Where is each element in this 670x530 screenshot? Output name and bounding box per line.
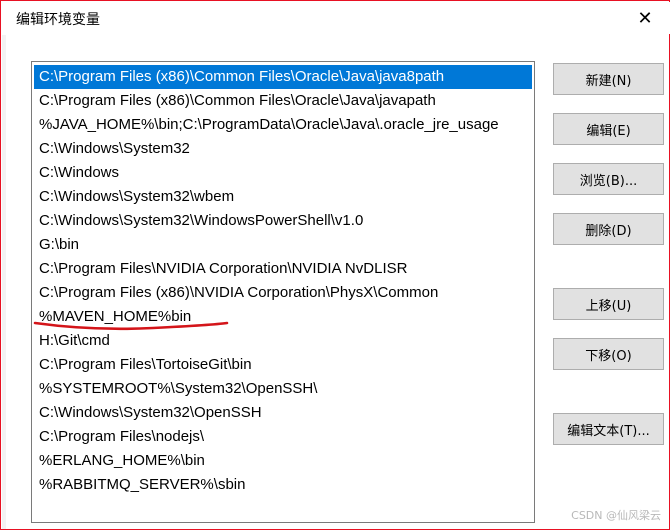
path-list-item[interactable]: %SYSTEMROOT%\System32\OpenSSH\ xyxy=(34,377,532,401)
move-down-button[interactable]: 下移(O) xyxy=(553,338,664,370)
path-list-item[interactable]: C:\Windows\System32\WindowsPowerShell\v1… xyxy=(34,209,532,233)
path-list-item[interactable]: C:\Windows\System32 xyxy=(34,137,532,161)
path-list-item[interactable]: C:\Program Files (x86)\Common Files\Orac… xyxy=(34,65,532,89)
edit-button[interactable]: 编辑(E) xyxy=(553,113,664,145)
close-button[interactable]: ✕ xyxy=(622,2,668,34)
path-list-item[interactable]: C:\Program Files (x86)\Common Files\Orac… xyxy=(34,89,532,113)
title-bar[interactable]: 编辑环境变量 ✕ xyxy=(2,2,670,34)
edit-text-button[interactable]: 编辑文本(T)... xyxy=(553,413,664,445)
new-button[interactable]: 新建(N) xyxy=(553,63,664,95)
delete-button[interactable]: 删除(D) xyxy=(553,213,664,245)
path-list-item[interactable]: %RABBITMQ_SERVER%\sbin xyxy=(34,473,532,497)
edit-env-var-dialog: 编辑环境变量 ✕ C:\Program Files (x86)\Common F… xyxy=(0,0,670,530)
watermark: CSDN @仙风梁云 xyxy=(571,509,661,522)
browse-button[interactable]: 浏览(B)... xyxy=(553,163,664,195)
path-list-item[interactable]: C:\Windows\System32\wbem xyxy=(34,185,532,209)
path-list-item[interactable]: G:\bin xyxy=(34,233,532,257)
dialog-title: 编辑环境变量 xyxy=(16,12,100,28)
path-list-item[interactable]: %ERLANG_HOME%\bin xyxy=(34,449,532,473)
path-listbox[interactable]: C:\Program Files (x86)\Common Files\Orac… xyxy=(31,61,535,523)
path-list-item[interactable]: C:\Program Files\nodejs\ xyxy=(34,425,532,449)
path-list-item[interactable]: C:\Program Files\NVIDIA Corporation\NVID… xyxy=(34,257,532,281)
background-window-edge xyxy=(2,35,6,529)
path-list-item[interactable]: C:\Windows xyxy=(34,161,532,185)
path-list-item[interactable]: C:\Program Files\TortoiseGit\bin xyxy=(34,353,532,377)
path-list-item[interactable]: %JAVA_HOME%\bin;C:\ProgramData\Oracle\Ja… xyxy=(34,113,532,137)
path-list-item[interactable]: C:\Windows\System32\OpenSSH xyxy=(34,401,532,425)
red-underline-annotation xyxy=(33,321,229,331)
close-icon: ✕ xyxy=(637,7,653,29)
move-up-button[interactable]: 上移(U) xyxy=(553,288,664,320)
path-list-item[interactable]: C:\Program Files (x86)\NVIDIA Corporatio… xyxy=(34,281,532,305)
